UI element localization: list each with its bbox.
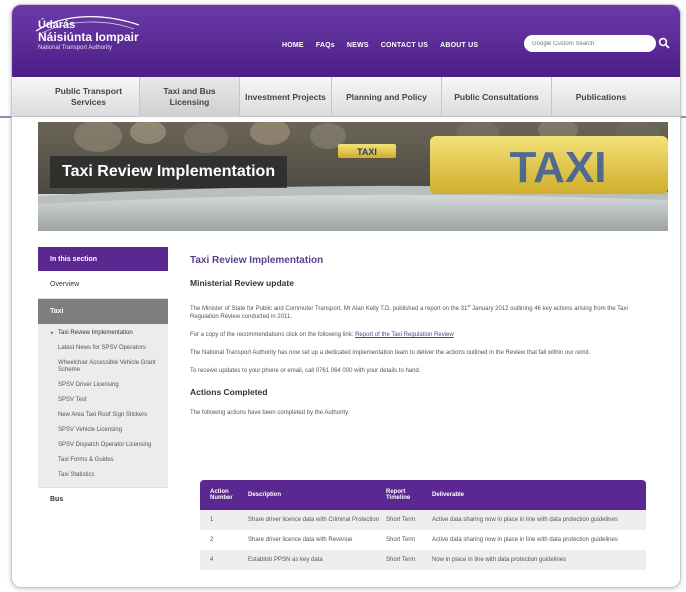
sidebar-heading: In this section	[38, 247, 168, 271]
subnav-taxi-statistics[interactable]: Taxi Statistics	[38, 470, 168, 481]
subnav-latest-news[interactable]: Latest News for SPSV Operators	[38, 343, 168, 354]
paragraph-minister-start: The Minister of State for Public and Com…	[190, 306, 468, 312]
subnav-forms-guides[interactable]: Taxi Forms & Guides	[38, 455, 168, 466]
paragraph-report-link: For a copy of the recommendations click …	[190, 331, 650, 339]
table-row: 2 Share driver licence data with Revenue…	[200, 530, 646, 550]
topnav-contact-us[interactable]: CONTACT US	[381, 42, 428, 49]
col-header-action-number: Action Number	[210, 489, 233, 501]
hero-banner: TAXI TAXI Taxi Review Implementation	[38, 122, 668, 231]
actions-intro: The following actions have been complete…	[190, 410, 350, 416]
sidebar-item-bus[interactable]: Bus	[38, 487, 168, 511]
browser-page-frame: Údarás Náisiúnta Iompair National Transp…	[11, 4, 681, 588]
site-header: Údarás Náisiúnta Iompair National Transp…	[12, 5, 680, 77]
topnav-about-us[interactable]: ABOUT US	[440, 42, 478, 49]
table-cell-timeline: Short Term	[386, 517, 416, 523]
tab-investment-projects[interactable]: Investment Projects	[240, 77, 332, 117]
col-header-deliverable: Deliverable	[432, 492, 465, 498]
subnav-wheelchair-grant[interactable]: Wheelchair Accessible Vehicle Grant Sche…	[38, 358, 168, 376]
page-title: Taxi Review Implementation	[190, 255, 324, 266]
subnav-taxi-review-implementation[interactable]: Taxi Review Implementation	[38, 328, 168, 339]
table-cell-description: Share driver licence data with Revenue	[248, 537, 353, 543]
section-subtitle: Ministerial Review update	[190, 278, 294, 288]
paragraph-implementation-team: The National Transport Authority has now…	[190, 350, 591, 356]
tab-public-transport-services[interactable]: Public Transport Services	[38, 77, 140, 117]
section-sidebar: In this section Overview Taxi Taxi Revie…	[38, 247, 168, 511]
table-header-row: Action Number Description Report Timelin…	[200, 480, 646, 510]
table-cell-description: Share driver licence data with Criminal …	[248, 517, 380, 523]
subnav-spsv-test[interactable]: SPSV Test	[38, 395, 168, 406]
tab-publications[interactable]: Publications	[552, 77, 650, 117]
sidebar-item-overview[interactable]: Overview	[38, 271, 168, 299]
table-row: 1 Share driver licence data with Crimina…	[200, 510, 646, 530]
taxi-roof-sign-text: TAXI	[510, 143, 607, 192]
subnav-driver-licensing[interactable]: SPSV Driver Licensing	[38, 380, 168, 391]
actions-heading: Actions Completed	[190, 387, 268, 397]
table-cell-timeline: Short Term	[386, 557, 416, 563]
top-navigation: HOME FAQs NEWS CONTACT US ABOUT US	[282, 42, 478, 49]
table-row: 4 Establish PPSN as key data Short Term …	[200, 550, 646, 570]
banner-title: Taxi Review Implementation	[50, 156, 288, 188]
table-cell-deliverable: Now in place in line with data protectio…	[432, 557, 567, 563]
report-link-prefix: For a copy of the recommendations click …	[190, 332, 354, 338]
site-logo[interactable]: Údarás Náisiúnta Iompair National Transp…	[35, 15, 140, 52]
tab-public-consultations[interactable]: Public Consultations	[442, 77, 552, 117]
search-input[interactable]	[524, 35, 656, 52]
col-header-report-timeline: Report Timeline	[386, 489, 411, 501]
subnav-roof-sign-stickers[interactable]: New Area Taxi Roof Sign Stickers	[38, 410, 168, 421]
table-cell-timeline: Short Term	[386, 537, 416, 543]
col-header-description: Description	[248, 492, 282, 498]
table-cell-number: 1	[210, 517, 214, 523]
topnav-news[interactable]: NEWS	[347, 42, 369, 49]
topnav-faqs[interactable]: FAQs	[316, 42, 335, 49]
report-link[interactable]: Report of the Taxi Regulation Review	[355, 332, 454, 338]
sidebar-subnav: Taxi Review Implementation Latest News f…	[38, 324, 168, 487]
table-cell-deliverable: Active data sharing now in place in line…	[432, 517, 618, 523]
logo-line-2: Náisiúnta Iompair	[38, 30, 139, 44]
search-icon[interactable]	[658, 37, 670, 49]
paragraph-minister: The Minister of State for Public and Com…	[190, 302, 650, 321]
table-cell-deliverable: Active data sharing now in place in line…	[432, 537, 618, 543]
tab-taxi-and-bus-licensing[interactable]: Taxi and Bus Licensing	[140, 77, 240, 117]
subnav-vehicle-licensing[interactable]: SPSV Vehicle Licensing	[38, 425, 168, 436]
table-cell-number: 2	[210, 537, 214, 543]
actions-table: Action Number Description Report Timelin…	[200, 480, 646, 570]
sidebar-item-taxi[interactable]: Taxi	[38, 299, 168, 324]
main-navigation: Public Transport Services Taxi and Bus L…	[12, 77, 680, 117]
tab-planning-and-policy[interactable]: Planning and Policy	[332, 77, 442, 117]
table-cell-number: 4	[210, 557, 214, 563]
table-cell-description: Establish PPSN as key data	[248, 557, 323, 563]
paragraph-updates: To receive updates to your phone or emai…	[190, 368, 421, 374]
logo-line-3: National Transport Authority	[38, 45, 113, 51]
topnav-home[interactable]: HOME	[282, 42, 304, 49]
small-taxi-sign-text: TAXI	[357, 147, 377, 157]
subnav-dispatch-operator[interactable]: SPSV Dispatch Operator Licensing	[38, 440, 168, 451]
